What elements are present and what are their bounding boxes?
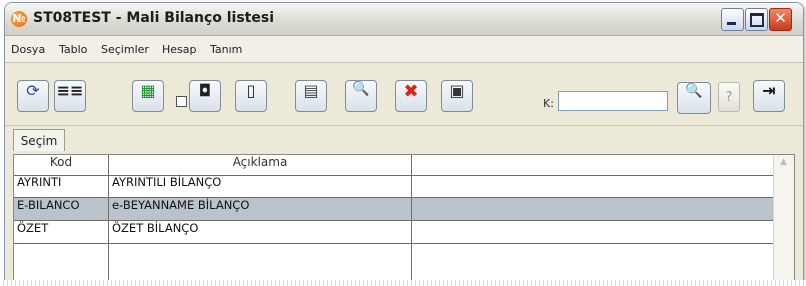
delete-button[interactable]: ✖ bbox=[395, 80, 427, 112]
cell-empty bbox=[412, 175, 774, 197]
grid-header: Kod Açıklama bbox=[14, 155, 794, 176]
blank-page-icon: ▯ bbox=[246, 81, 256, 100]
minimize-icon bbox=[727, 22, 736, 25]
small-page-button[interactable]: ◘ bbox=[189, 80, 221, 112]
cell-empty bbox=[412, 244, 774, 282]
blank-page-button[interactable]: ▯ bbox=[235, 80, 267, 112]
excel-export-button[interactable]: ▦ bbox=[132, 80, 164, 112]
data-grid: Kod Açıklama AYRINTI AYRINTILI BİLANÇO E… bbox=[13, 154, 795, 283]
column-header-kod[interactable]: Kod bbox=[14, 155, 109, 175]
help-button[interactable]: ? bbox=[718, 82, 740, 112]
menu-dosya[interactable]: Dosya bbox=[11, 43, 45, 56]
window-title: ST08TEST - Mali Bilanço listesi bbox=[33, 10, 274, 26]
document-icon: ▤ bbox=[303, 81, 319, 100]
torn-edge-decoration bbox=[0, 280, 806, 286]
cell-kod: E-BILANCO bbox=[14, 198, 109, 220]
table-row-empty[interactable] bbox=[14, 244, 794, 282]
cell-aciklama: e-BEYANNAME BİLANÇO bbox=[109, 198, 412, 220]
excel-export-icon: ▦ bbox=[140, 81, 156, 100]
table-row-selected[interactable]: E-BILANCO e-BEYANNAME BİLANÇO bbox=[14, 198, 794, 221]
small-page-icon: ◘ bbox=[198, 81, 212, 100]
app-icon: № bbox=[11, 11, 27, 27]
refresh-button[interactable]: ⟳ bbox=[17, 80, 49, 112]
search-button[interactable]: 🔍 bbox=[345, 80, 377, 112]
menu-hesap[interactable]: Hesap bbox=[162, 43, 197, 56]
cell-aciklama bbox=[109, 244, 412, 282]
copy-button[interactable]: ▣ bbox=[441, 80, 473, 112]
delete-icon: ✖ bbox=[403, 81, 419, 102]
table-row[interactable]: AYRINTI AYRINTILI BİLANÇO bbox=[14, 175, 794, 198]
cell-empty bbox=[412, 198, 774, 220]
close-button[interactable]: ✕ bbox=[769, 8, 792, 31]
table-row[interactable]: ÖZET ÖZET BİLANÇO bbox=[14, 221, 794, 244]
exit-icon: ⇥ bbox=[762, 81, 776, 100]
scroll-up-icon[interactable]: ▲ bbox=[776, 157, 791, 172]
search-label: K: bbox=[543, 97, 554, 110]
menu-tanim[interactable]: Tanım bbox=[210, 43, 242, 56]
cell-aciklama: ÖZET BİLANÇO bbox=[109, 221, 412, 243]
search-icon: 🔍 bbox=[352, 81, 370, 97]
minimize-button[interactable] bbox=[721, 8, 744, 31]
cell-kod: ÖZET bbox=[14, 221, 109, 243]
document-button[interactable]: ▤ bbox=[295, 80, 327, 112]
main-window: № ST08TEST - Mali Bilanço listesi ✕ Dosy… bbox=[4, 2, 804, 284]
column-header-empty bbox=[412, 155, 774, 175]
tab-secim[interactable]: Seçim bbox=[13, 129, 65, 151]
menu-tablo[interactable]: Tablo bbox=[59, 43, 87, 56]
copy-icon: ▣ bbox=[449, 81, 465, 100]
find-button[interactable]: 🔍 bbox=[677, 82, 711, 114]
menu-bar: Dosya Tablo Seçimler Hesap Tanım bbox=[5, 36, 803, 63]
maximize-icon bbox=[750, 13, 764, 27]
vertical-scrollbar[interactable]: ▲ bbox=[773, 155, 794, 282]
cell-empty bbox=[412, 221, 774, 243]
tab-row: Seçim bbox=[5, 126, 803, 154]
close-icon: ✕ bbox=[774, 9, 787, 27]
list-view-button[interactable]: ≡≡ bbox=[54, 80, 86, 112]
refresh-icon: ⟳ bbox=[26, 81, 40, 100]
title-bar[interactable]: № ST08TEST - Mali Bilanço listesi ✕ bbox=[5, 3, 803, 36]
search-icon: 🔍 bbox=[685, 83, 703, 99]
exit-button[interactable]: ⇥ bbox=[753, 80, 785, 112]
maximize-button[interactable] bbox=[745, 8, 768, 31]
search-input[interactable] bbox=[558, 91, 668, 111]
list-view-icon: ≡≡ bbox=[56, 81, 84, 100]
menu-secimler[interactable]: Seçimler bbox=[101, 43, 149, 56]
column-header-aciklama[interactable]: Açıklama bbox=[109, 155, 412, 175]
toolbar: ⟳ ≡≡ ▦ ◘ ▯ ▤ 🔍 ✖ ▣ K: 🔍 ? ⇥ bbox=[5, 63, 803, 126]
option-checkbox[interactable] bbox=[176, 96, 187, 107]
cell-kod: AYRINTI bbox=[14, 175, 109, 197]
cell-aciklama: AYRINTILI BİLANÇO bbox=[109, 175, 412, 197]
cell-kod bbox=[14, 244, 109, 282]
